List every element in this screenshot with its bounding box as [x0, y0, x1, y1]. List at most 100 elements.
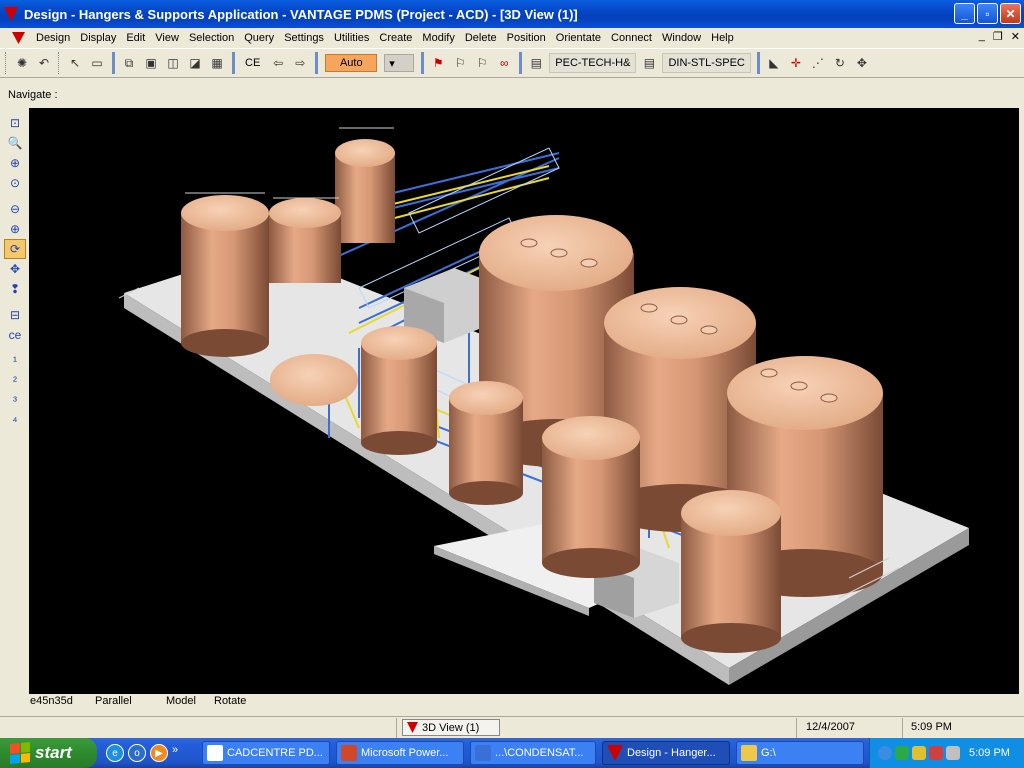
forward-arrow-icon[interactable]: ⇨ — [289, 52, 311, 74]
color-dropdown[interactable]: ▾ — [384, 54, 415, 72]
tray-app-icon[interactable] — [912, 746, 926, 760]
menu-help[interactable]: Help — [706, 28, 739, 48]
windows-logo-icon — [10, 741, 30, 765]
view-tab[interactable]: 3D View (1) — [402, 719, 500, 736]
status-time: 5:09 PM — [911, 721, 952, 733]
tank-medium-2 — [449, 381, 523, 505]
back-arrow-icon[interactable]: ⇦ — [267, 52, 289, 74]
flag-outline-icon[interactable]: ⚐ — [449, 52, 471, 74]
spec-field-1[interactable]: PEC-TECH-H& — [549, 53, 637, 73]
view-tab-icon — [407, 722, 418, 733]
tray-arrow-icon[interactable] — [878, 746, 892, 760]
saved-view-2-icon[interactable]: ² — [4, 371, 26, 391]
plant-model-render — [118, 127, 969, 685]
auto-button[interactable]: Auto — [325, 54, 378, 72]
crosshair-icon[interactable]: ✛ — [785, 52, 807, 74]
route-icon[interactable]: ⋰ — [807, 52, 829, 74]
outlook-icon[interactable]: o — [128, 744, 146, 762]
tank-left — [181, 195, 269, 357]
toolbar-grip — [5, 52, 8, 74]
limits-icon[interactable]: ⊟ — [4, 305, 26, 325]
menu-edit[interactable]: Edit — [121, 28, 150, 48]
menu-position[interactable]: Position — [502, 28, 551, 48]
window-layout-icon[interactable]: ◪ — [184, 52, 206, 74]
status-divider — [902, 718, 903, 738]
3d-viewport[interactable] — [29, 108, 1019, 694]
undo-icon[interactable]: ↶ — [33, 52, 55, 74]
view-action: Rotate — [214, 695, 247, 707]
task-label: Design - Hanger... — [627, 747, 716, 759]
zoom-window-icon[interactable]: 🔍 — [4, 133, 26, 153]
mdi-minimize-button[interactable]: _ — [979, 30, 985, 43]
task-app-icon — [607, 745, 623, 761]
task-g-drive[interactable]: G:\ — [736, 741, 864, 765]
zoom-extents-icon[interactable]: ⊡ — [4, 113, 26, 133]
spec-field-2[interactable]: DIN-STL-SPEC — [662, 53, 751, 73]
select-pointer-icon[interactable]: ↖ — [64, 52, 86, 74]
navigate-label: Navigate : — [8, 89, 58, 101]
menu-settings[interactable]: Settings — [279, 28, 329, 48]
saved-view-3-icon[interactable]: ³ — [4, 391, 26, 411]
quick-launch-more-icon[interactable]: » — [172, 744, 178, 762]
zoom-in-icon[interactable]: ⊕ — [4, 219, 26, 239]
status-divider — [396, 718, 397, 738]
volume-icon[interactable] — [946, 746, 960, 760]
network-icon[interactable] — [895, 746, 909, 760]
task-design-hangers[interactable]: Design - Hanger... — [602, 741, 730, 765]
menu-utilities[interactable]: Utilities — [329, 28, 374, 48]
menu-connect[interactable]: Connect — [606, 28, 657, 48]
task-condensat[interactable]: ...\CONDENSAT... — [470, 741, 596, 765]
menu-create[interactable]: Create — [374, 28, 417, 48]
task-powerpoint[interactable]: Microsoft Power... — [336, 741, 464, 765]
rotate-icon[interactable]: ⟳ — [4, 239, 26, 259]
media-player-icon[interactable]: ▶ — [150, 744, 168, 762]
menu-modify[interactable]: Modify — [417, 28, 459, 48]
sun-icon[interactable]: ✺ — [11, 52, 33, 74]
grid-icon[interactable]: ▦ — [206, 52, 228, 74]
chain-icon[interactable]: ∞ — [493, 52, 515, 74]
refresh-icon[interactable]: ↻ — [829, 52, 851, 74]
menu-design[interactable]: Design — [31, 28, 75, 48]
menu-query[interactable]: Query — [239, 28, 279, 48]
pan-icon[interactable]: ✥ — [4, 259, 26, 279]
walk-icon[interactable]: ❢ — [4, 279, 26, 299]
menu-window[interactable]: Window — [657, 28, 706, 48]
menu-delete[interactable]: Delete — [460, 28, 502, 48]
pin-icon[interactable]: ◣ — [763, 52, 785, 74]
minimize-button[interactable]: _ — [954, 3, 975, 24]
zoom-out-icon[interactable]: ⊖ — [4, 199, 26, 219]
zoom-select-icon[interactable]: ⊕ — [4, 153, 26, 173]
close-button[interactable]: ✕ — [1000, 3, 1021, 24]
task-label: Microsoft Power... — [361, 747, 449, 759]
zoom-all-icon[interactable]: ⊙ — [4, 173, 26, 193]
flag-icon[interactable]: ⚑ — [427, 52, 449, 74]
left-toolbar: ⊡ 🔍 ⊕ ⊙ ⊖ ⊕ ⟳ ✥ ❢ ⊟ ce ¹ ² ³ ⁴ — [0, 108, 29, 696]
spec-icon[interactable]: ▤ — [638, 52, 660, 74]
tank-medium-4 — [681, 490, 781, 653]
menu-selection[interactable]: Selection — [184, 28, 239, 48]
select-box-icon[interactable]: ▭ — [86, 52, 108, 74]
security-icon[interactable] — [929, 746, 943, 760]
mdi-restore-button[interactable]: ❐ — [993, 30, 1003, 43]
saved-view-1-icon[interactable]: ¹ — [4, 351, 26, 371]
maximize-button[interactable]: ▫ — [977, 3, 998, 24]
projection-mode: Parallel — [95, 695, 132, 707]
mdi-close-button[interactable]: ✕ — [1011, 30, 1020, 43]
saved-view-4-icon[interactable]: ⁴ — [4, 411, 26, 431]
window-icon[interactable]: ◫ — [162, 52, 184, 74]
menu-view[interactable]: View — [150, 28, 184, 48]
menu-display[interactable]: Display — [75, 28, 121, 48]
ce-label[interactable]: CE — [241, 54, 264, 72]
task-cadcentre[interactable]: CADCENTRE PD... — [202, 741, 330, 765]
flag-outline-icon[interactable]: ⚐ — [471, 52, 493, 74]
ie-icon[interactable]: e — [106, 744, 124, 762]
menu-orientate[interactable]: Orientate — [551, 28, 606, 48]
move-icon[interactable]: ✥ — [851, 52, 873, 74]
save-icon[interactable]: ▣ — [140, 52, 162, 74]
main-toolbar: ✺ ↶ ↖ ▭ ⧉ ▣ ◫ ◪ ▦ CE ⇦ ⇨ Auto ▾ ⚑ ⚐ ⚐ ∞ … — [0, 48, 1024, 78]
spec-icon[interactable]: ▤ — [525, 52, 547, 74]
ce-view-icon[interactable]: ce — [4, 325, 26, 345]
start-button[interactable]: start — [0, 738, 97, 768]
copy-icon[interactable]: ⧉ — [118, 52, 140, 74]
task-app-icon — [207, 745, 223, 761]
